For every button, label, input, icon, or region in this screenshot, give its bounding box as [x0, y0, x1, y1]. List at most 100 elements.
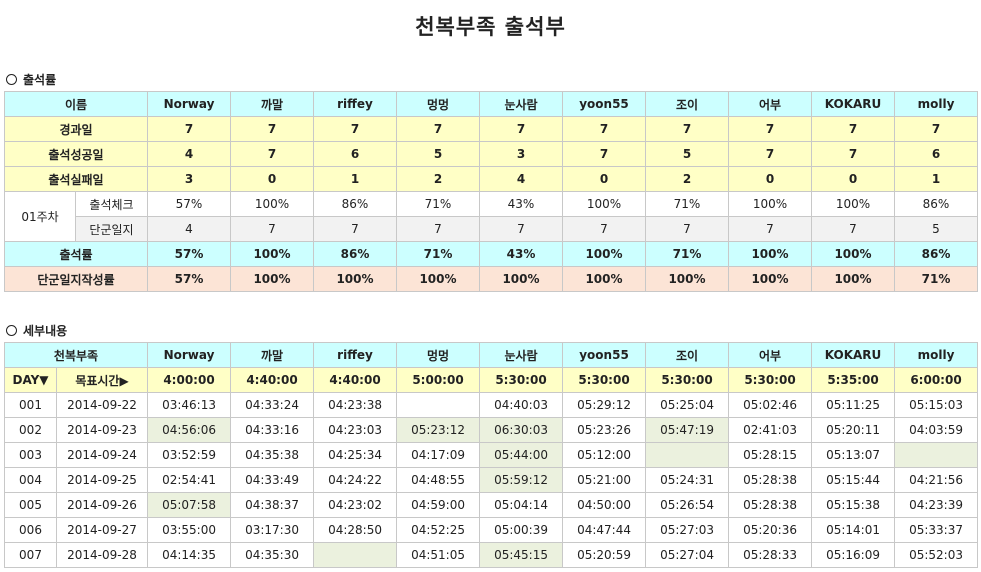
time-cell	[894, 442, 979, 468]
table-cell: 57%	[147, 241, 231, 267]
table-row: 단군일지작성률 57% 100% 100% 100% 100% 100% 100% 100% 10…	[4, 266, 978, 292]
time-cell: 05:20:11	[811, 417, 896, 443]
date-cell: 2014-09-25	[55, 467, 149, 493]
table-cell: 7	[147, 116, 231, 142]
time-cell: 02:54:41	[147, 467, 232, 493]
member-name-header: KOKARU	[811, 91, 895, 117]
time-cell: 05:23:26	[562, 417, 647, 443]
table-row: 004 2014-09-25 02:54:41 04:33:49 04:24:22 04:…	[4, 467, 979, 493]
time-cell: 05:44:00	[479, 442, 564, 468]
row-label: 출석률	[4, 241, 148, 267]
row-label: 단군일지	[75, 216, 148, 242]
time-cell: 04:21:56	[894, 467, 979, 493]
time-cell: 04:03:59	[894, 417, 979, 443]
row-label: 출석실패일	[4, 166, 148, 192]
table-cell: 100%	[230, 241, 314, 267]
table-cell: 7	[728, 141, 812, 167]
table-row: 001 2014-09-22 03:46:13 04:33:24 04:23:38 04:…	[4, 392, 979, 418]
member-name-header: 까말	[230, 342, 315, 368]
table-cell: 1	[894, 166, 978, 192]
time-cell: 04:25:34	[313, 442, 398, 468]
table-cell: 7	[562, 216, 646, 242]
day-cell: 004	[4, 467, 57, 493]
time-cell: 03:55:00	[147, 517, 232, 543]
time-cell: 05:33:37	[894, 517, 979, 543]
time-cell: 04:48:55	[396, 467, 481, 493]
time-cell: 05:47:19	[645, 417, 730, 443]
time-cell: 04:40:03	[479, 392, 564, 418]
time-cell: 04:47:44	[562, 517, 647, 543]
time-cell: 05:27:04	[645, 542, 730, 568]
target-time-cell: 5:35:00	[811, 367, 896, 393]
time-cell: 04:28:50	[313, 517, 398, 543]
time-cell: 05:14:01	[811, 517, 896, 543]
table-cell: 0	[230, 166, 314, 192]
time-cell: 04:24:22	[313, 467, 398, 493]
table-cell: 7	[728, 116, 812, 142]
day-cell: 002	[4, 417, 57, 443]
table-cell: 7	[230, 216, 314, 242]
time-cell: 05:12:00	[562, 442, 647, 468]
section-label-text: 출석률	[23, 73, 57, 87]
table-cell: 7	[645, 216, 729, 242]
table-cell: 100%	[728, 241, 812, 267]
table-cell: 2	[645, 166, 729, 192]
time-cell: 05:15:38	[811, 492, 896, 518]
table-cell: 7	[811, 141, 895, 167]
time-cell: 05:28:33	[728, 542, 813, 568]
time-cell: 05:00:39	[479, 517, 564, 543]
table-cell: 5	[645, 141, 729, 167]
table-cell: 7	[562, 141, 646, 167]
target-time-cell: 5:30:00	[479, 367, 564, 393]
table-row: 출석률 57% 100% 86% 71% 43% 100% 71% 100% 100% 86%	[4, 241, 978, 267]
table-cell: 7	[396, 116, 480, 142]
target-time-cell: 5:30:00	[728, 367, 813, 393]
table-cell: 7	[811, 116, 895, 142]
date-cell: 2014-09-26	[55, 492, 149, 518]
table-cell: 71%	[645, 191, 729, 217]
table-cell: 7	[230, 116, 314, 142]
table-cell: 7	[811, 216, 895, 242]
time-cell: 05:15:03	[894, 392, 979, 418]
table-cell: 100%	[479, 266, 563, 292]
time-cell: 05:04:14	[479, 492, 564, 518]
section-details-label: 세부내용	[6, 322, 67, 339]
target-time-cell: 5:00:00	[396, 367, 481, 393]
time-cell	[396, 392, 481, 418]
time-cell: 05:52:03	[894, 542, 979, 568]
day-cell: 005	[4, 492, 57, 518]
time-cell: 05:16:09	[811, 542, 896, 568]
time-cell: 04:35:30	[230, 542, 315, 568]
time-cell: 03:17:30	[230, 517, 315, 543]
day-sort-label: DAY▼	[4, 367, 57, 393]
member-name-header: 눈사람	[479, 91, 563, 117]
table-row: 출석실패일 3 0 1 2 4 0 2 0 0 1	[4, 166, 978, 192]
table-cell: 86%	[313, 191, 397, 217]
time-cell: 04:14:35	[147, 542, 232, 568]
table-cell: 100%	[230, 266, 314, 292]
table-cell: 100%	[728, 266, 812, 292]
table-cell: 71%	[396, 191, 480, 217]
time-cell: 04:38:37	[230, 492, 315, 518]
table-cell: 3	[479, 141, 563, 167]
time-cell: 04:51:05	[396, 542, 481, 568]
time-cell: 04:59:00	[396, 492, 481, 518]
table-row: 002 2014-09-23 04:56:06 04:33:16 04:23:03 05:…	[4, 417, 979, 443]
member-name-header: riffey	[313, 342, 398, 368]
table-cell: 1	[313, 166, 397, 192]
table-cell: 100%	[230, 191, 314, 217]
target-time-cell: 4:40:00	[230, 367, 315, 393]
table-cell: 5	[396, 141, 480, 167]
time-cell: 04:33:49	[230, 467, 315, 493]
time-cell: 04:33:16	[230, 417, 315, 443]
table-header-row: 천복부족 Norway 까말 riffey 멍멍 눈사람 yoon55 조이 어부 KOKARU m…	[3, 342, 979, 368]
target-time-cell: 6:00:00	[894, 367, 979, 393]
time-cell: 04:17:09	[396, 442, 481, 468]
member-name-header: 어부	[728, 342, 813, 368]
circle-icon	[6, 74, 17, 85]
date-cell: 2014-09-27	[55, 517, 149, 543]
table-cell: 7	[645, 116, 729, 142]
time-cell: 05:27:03	[645, 517, 730, 543]
member-name-header: Norway	[147, 342, 232, 368]
table-cell: 86%	[894, 191, 978, 217]
